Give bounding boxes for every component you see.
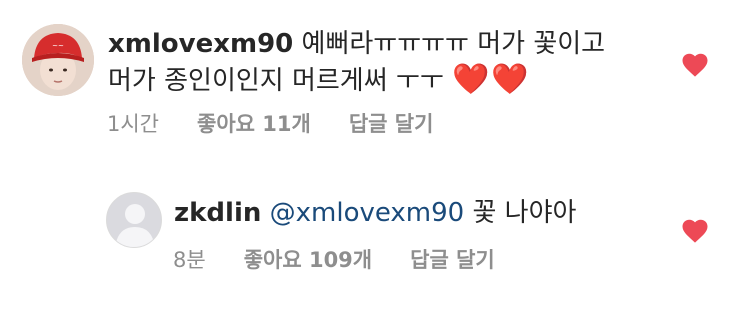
reply-body: zkdlin @xmlovexm90 꽃 나야아	[174, 195, 674, 231]
avatar-photo: ~~	[22, 24, 94, 96]
comment-text: 머가 종인이인지 머르게써 ㅜㅜ	[108, 66, 444, 96]
likes-count[interactable]: 좋아요 109개	[244, 244, 372, 274]
comment-username[interactable]: xmlovexm90	[108, 29, 293, 59]
avatar[interactable]: ~~	[22, 24, 94, 96]
heart-emojis: ❤️❤️	[452, 62, 531, 97]
comment-text: 예뻐라ㅠㅠㅠㅠ 머가 꽃이고	[301, 29, 606, 59]
svg-text:~~: ~~	[52, 42, 64, 50]
reply-button[interactable]: 답글 달기	[410, 244, 495, 274]
comment-timestamp: 1시간	[107, 112, 160, 136]
reply-button[interactable]: 답글 달기	[349, 108, 434, 138]
comment-meta: 1시간 좋아요 11개 답글 달기	[107, 108, 471, 138]
heart-icon[interactable]	[680, 216, 710, 246]
comment-body: xmlovexm90 예뻐라ㅠㅠㅠㅠ 머가 꽃이고 머가 종인이인지 머르게써 …	[108, 26, 668, 99]
likes-count[interactable]: 좋아요 11개	[197, 108, 311, 138]
comment-text: 꽃 나야아	[472, 198, 577, 228]
comment-timestamp: 8분	[173, 248, 206, 272]
default-user-icon	[107, 193, 161, 247]
comment-username[interactable]: zkdlin	[174, 198, 261, 228]
comment-meta: 8분 좋아요 109개 답글 달기	[173, 244, 533, 274]
mention-link[interactable]: @xmlovexm90	[270, 198, 465, 228]
avatar[interactable]	[106, 192, 162, 248]
heart-icon[interactable]	[680, 50, 710, 80]
comment-item: ~~ xmlovexm90 예뻐라ㅠㅠㅠㅠ 머가 꽃이고 머가 종인이인지 머르…	[0, 0, 750, 160]
